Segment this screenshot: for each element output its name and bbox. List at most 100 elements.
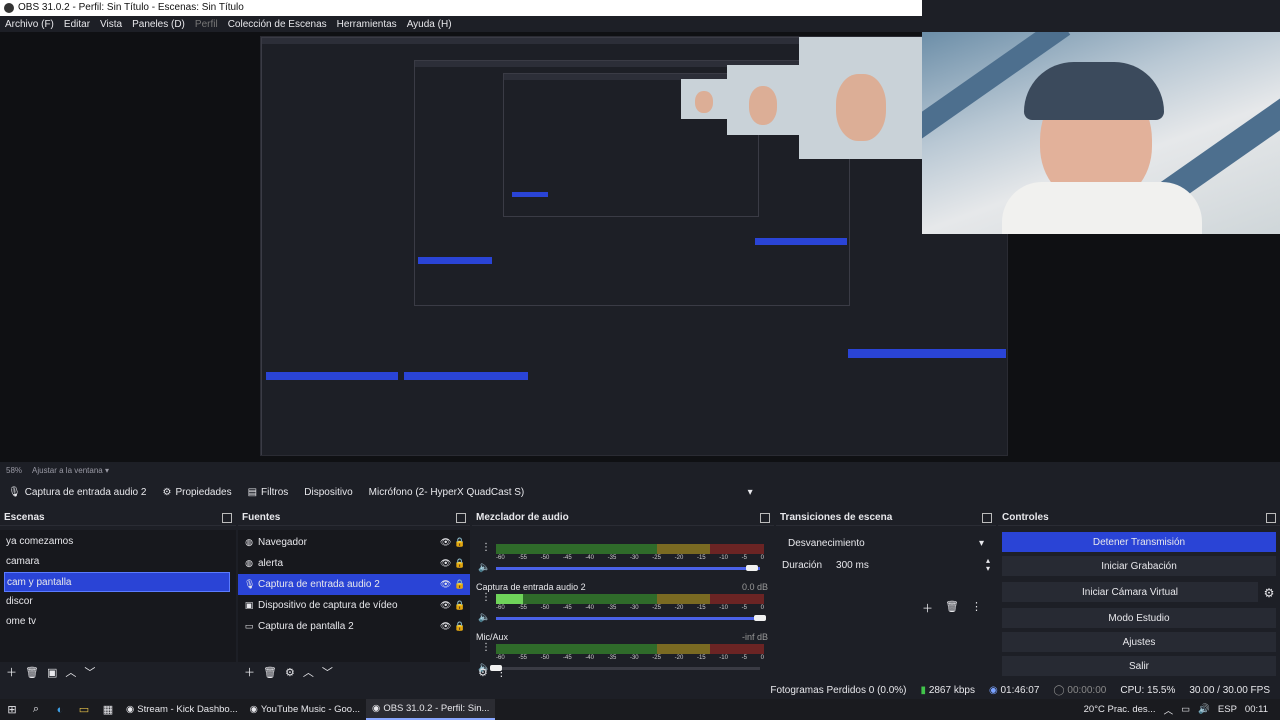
source-item[interactable]: ▣ Dispositivo de captura de vídeo 👁 🔒 [238,595,470,616]
visibility-eye-icon[interactable]: 👁 [440,558,451,569]
filter-icon[interactable]: ▣ [47,666,57,679]
taskbar-app[interactable]: ◉ YouTube Music - Goo... [244,699,366,720]
more-icon[interactable]: ⋮ [481,592,491,603]
lock-icon[interactable]: 🔒 [454,600,465,611]
mixer-tick-label: 0 [760,655,764,661]
speaker-icon[interactable]: 🔈 [478,562,490,573]
taskbar-app[interactable]: ◉ Stream - Kick Dashbo... [120,699,244,720]
mixer-settings-icon[interactable]: ⚙ [478,666,488,679]
menu-item-4[interactable]: Perfil [190,19,223,30]
source-item[interactable]: ◍ alerta 👁 🔒 [238,553,470,574]
source-item[interactable]: 🎙 Captura de entrada audio 2 👁 🔒 [238,574,470,595]
more-icon[interactable]: ⋮ [481,542,491,553]
lock-icon[interactable]: 🔒 [454,579,465,590]
mixer-tick-label: -50 [540,605,550,611]
store-icon[interactable]: ▦ [96,703,120,716]
language[interactable]: ESP [1218,704,1237,715]
lock-icon[interactable]: 🔒 [454,537,465,548]
mixer-tick-label: -55 [518,555,527,561]
visibility-eye-icon[interactable]: 👁 [440,579,451,590]
current-source-name: Captura de entrada audio 2 [24,486,147,498]
clock[interactable]: 00:11 [1245,704,1268,715]
lock-icon[interactable]: 🔒 [454,558,465,569]
transition-tools: ＋ 🗑 ⋮ [922,600,982,616]
source-item[interactable]: ▭ Captura de pantalla 2 👁 🔒 [238,616,470,637]
fader-knob[interactable] [746,565,759,571]
speaker-icon[interactable]: 🔈 [478,612,490,623]
device-select[interactable]: Micrófono (2- HyperX QuadCast S) ▾ [364,483,757,501]
scene-item[interactable]: camara [0,552,236,572]
undock-icon[interactable] [760,512,770,523]
undock-icon[interactable] [222,512,232,523]
menu-item-2[interactable]: Vista [95,19,127,30]
more-icon[interactable]: ⋮ [496,666,507,679]
control-button[interactable]: Iniciar Cámara Virtual [1002,582,1258,602]
visibility-eye-icon[interactable]: 👁 [440,621,451,632]
add-icon[interactable]: ＋ [6,664,17,680]
menu-item-5[interactable]: Colección de Escenas [223,19,332,30]
undock-icon[interactable] [1266,512,1276,523]
transitions-title: Transiciones de escena [780,512,893,523]
network-icon[interactable]: ▭ [1181,704,1190,715]
scene-item[interactable]: cam y pantalla [4,572,230,592]
control-button[interactable]: Iniciar Grabación [1002,556,1276,576]
visibility-eye-icon[interactable]: 👁 [440,537,451,548]
menu-item-3[interactable]: Paneles (D) [127,19,190,30]
chevron-up-icon[interactable]: ︿ [1164,703,1174,717]
bitrate: ▮ 2867 kbps [920,684,975,696]
source-item[interactable]: ◍ Navegador 👁 🔒 [238,532,470,553]
search-icon[interactable]: ⌕ [24,703,48,716]
mixer-tick-label: -15 [696,555,706,561]
virtual-camera-row: Iniciar Cámara Virtual ⚙ [998,580,1280,606]
menu-item-1[interactable]: Editar [59,19,95,30]
gear-icon[interactable]: ⚙ [1258,586,1280,600]
windows-start-icon[interactable]: ⊞ [0,703,24,716]
add-icon[interactable]: ＋ [244,664,255,680]
fit-window-dropdown[interactable]: Ajustar a la ventana ▾ [32,466,109,475]
gear-icon[interactable]: ⚙ [285,666,295,679]
arrow-down-icon[interactable]: ﹀ [84,664,95,680]
visibility-eye-icon[interactable]: 👁 [440,600,451,611]
folder-icon[interactable]: ▭ [72,703,96,716]
control-button[interactable]: Modo Estudio [1002,608,1276,628]
trash-icon[interactable]: 🗑 [263,666,277,679]
arrow-down-icon[interactable]: ﹀ [322,664,333,680]
menu-item-0[interactable]: Archivo (F) [0,19,59,30]
menu-item-7[interactable]: Ayuda (H) [402,19,457,30]
duration-input[interactable]: 300 ms [830,556,978,574]
scene-item[interactable]: ome tv [0,612,236,632]
volume-meter [496,544,764,554]
trash-icon[interactable]: 🗑 [945,600,959,616]
menu-item-6[interactable]: Herramientas [332,19,402,30]
more-icon[interactable]: ⋮ [481,642,491,653]
undock-icon[interactable] [982,512,992,523]
trash-icon[interactable]: 🗑 [25,666,39,679]
spin-icon[interactable]: ▴ ▾ [986,557,990,573]
volume-icon[interactable]: 🔊 [1198,704,1210,715]
properties-button[interactable]: ⚙ Propiedades [154,480,239,504]
arrow-up-icon[interactable]: ︿ [65,664,76,680]
taskbar-app[interactable]: ◉ OBS 31.0.2 - Perfil: Sin... [366,699,496,720]
scenes-title: Escenas [4,512,45,523]
scene-item[interactable]: ya comezamos [0,532,236,552]
more-icon[interactable]: ⋮ [971,600,982,616]
add-icon[interactable]: ＋ [922,600,933,616]
preview-canvas[interactable] [260,36,1008,456]
control-button[interactable]: Detener Transmisión [1002,532,1276,552]
filters-button[interactable]: ▤ Filtros [240,480,297,504]
edge-browser-icon[interactable]: ◐ [48,704,72,716]
volume-fader[interactable] [496,565,760,571]
fader-knob[interactable] [754,615,766,621]
weather[interactable]: 20°C Prac. des... [1084,704,1156,715]
arrow-up-icon[interactable]: ︿ [303,664,314,680]
undock-icon[interactable] [456,512,466,523]
volume-fader[interactable] [496,615,766,621]
control-button[interactable]: Salir [1002,656,1276,676]
menu-bar: Archivo (F) Editar Vista Paneles (D) Perfil C… [0,16,922,32]
scene-item[interactable]: discor [0,592,236,612]
transition-select[interactable]: Desvanecimiento ▾ [782,534,990,552]
mixer-tick-label: -10 [719,605,728,611]
taskbar-app-label: YouTube Music - Goo... [260,704,361,715]
lock-icon[interactable]: 🔒 [454,621,465,632]
control-button[interactable]: Ajustes [1002,632,1276,652]
